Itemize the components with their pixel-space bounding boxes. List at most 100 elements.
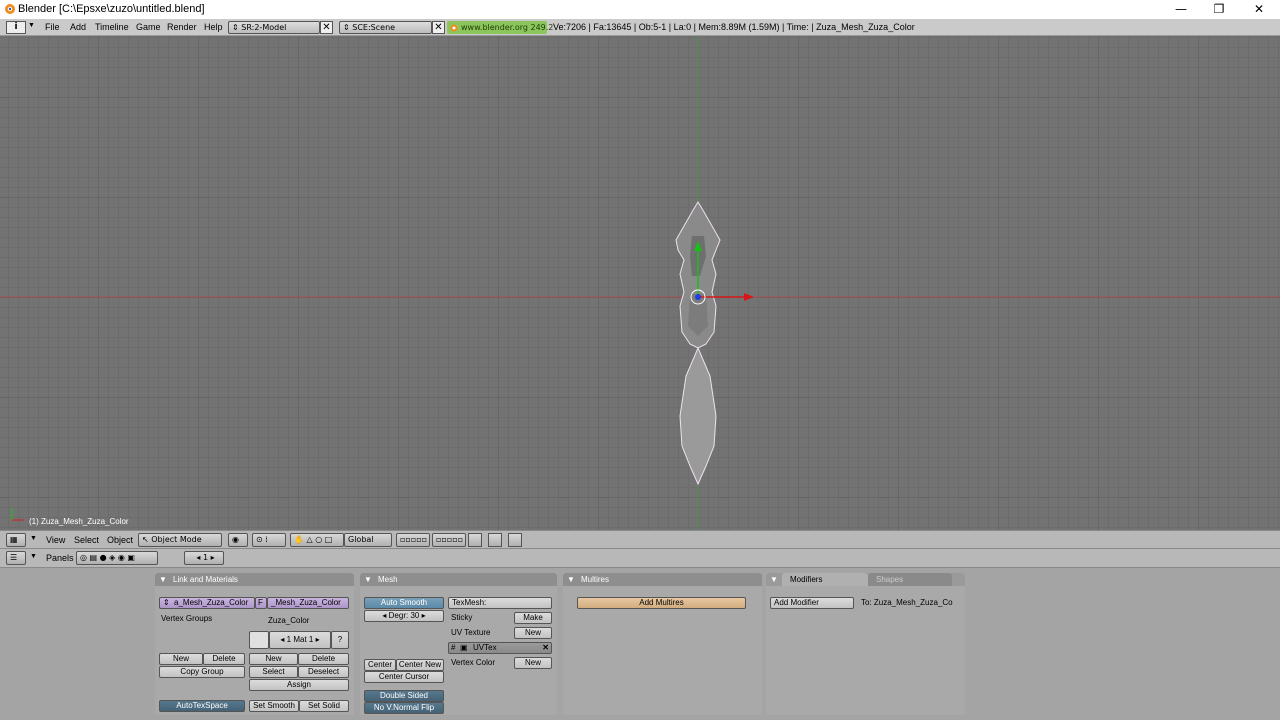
- panel-header[interactable]: ▼ Mesh: [360, 573, 557, 586]
- fake-user-toggle[interactable]: F: [255, 597, 267, 609]
- window-title: Blender [C:\Epsxe\zuzo\untitled.blend]: [18, 3, 205, 15]
- texmesh-field[interactable]: TexMesh:: [448, 597, 552, 609]
- updown-icon: ⇕: [232, 23, 242, 32]
- updown-icon: ⇕: [343, 23, 353, 32]
- menu-object[interactable]: Object: [107, 535, 133, 545]
- close-icon[interactable]: ✕: [542, 643, 549, 653]
- menu-select[interactable]: Select: [74, 535, 99, 545]
- center-button[interactable]: Center: [364, 659, 396, 671]
- info-icon[interactable]: i: [6, 21, 26, 34]
- manipulator-icons[interactable]: ✋ △ ○ □: [290, 533, 344, 547]
- close-window-button[interactable]: ✕: [1239, 0, 1279, 19]
- maximize-button[interactable]: ❐: [1199, 0, 1239, 19]
- menu-timeline[interactable]: Timeline: [95, 22, 129, 32]
- object-origin: [695, 294, 701, 300]
- chevron-down-icon[interactable]: ▼: [28, 22, 35, 29]
- material-new-button[interactable]: New: [249, 653, 298, 665]
- panels-menu[interactable]: Panels: [46, 553, 74, 563]
- x-arrow-icon: [744, 293, 754, 301]
- add-multires-button[interactable]: Add Multires: [577, 597, 746, 609]
- blender-logo-icon: [450, 24, 458, 32]
- context-icons[interactable]: ◎ ▤ ● ◈ ◉ ▣: [76, 551, 158, 565]
- menu-add[interactable]: Add: [70, 22, 86, 32]
- lock-icon[interactable]: [468, 533, 482, 547]
- updown-icon: ⇕: [163, 598, 170, 607]
- modifier-target-label: To: Zuza_Mesh_Zuza_Co: [861, 598, 953, 607]
- tab-shapes[interactable]: Shapes: [868, 573, 952, 586]
- menu-file[interactable]: File: [45, 22, 60, 32]
- uvtex-layer[interactable]: # ▣ UVTex ✕: [448, 642, 552, 654]
- right-arrow-icon: ▸: [208, 553, 215, 562]
- scene-selector[interactable]: ⇕ SCE:Scene: [339, 21, 432, 34]
- mesh-datablock-field[interactable]: ⇕ a_Mesh_Zuza_Color: [159, 597, 255, 609]
- center-new-button[interactable]: Center New: [396, 659, 444, 671]
- delete-screen-button[interactable]: ✕: [320, 21, 333, 34]
- grid-icon: #: [451, 643, 456, 652]
- delete-scene-button[interactable]: ✕: [432, 21, 445, 34]
- material-slot-field[interactable]: ◂ 1 Mat 1 ▸: [269, 631, 331, 649]
- orientation-selector[interactable]: Global: [344, 533, 392, 547]
- blender-url-link[interactable]: www.blender.org 249.2: [447, 21, 553, 34]
- set-smooth-button[interactable]: Set Smooth: [249, 700, 299, 712]
- collapse-triangle-icon[interactable]: ▼: [770, 573, 778, 586]
- blender-logo-icon: [5, 4, 15, 14]
- minimize-button[interactable]: —: [1161, 0, 1201, 19]
- menu-help[interactable]: Help: [204, 22, 223, 32]
- vgroup-delete-button[interactable]: Delete: [203, 653, 245, 665]
- center-cursor-button[interactable]: Center Cursor: [364, 671, 444, 683]
- vgroup-new-button[interactable]: New: [159, 653, 203, 665]
- scene-stats: Ve:7206 | Fa:13645 | Ob:5-1 | La:0 | Mem…: [553, 22, 915, 32]
- menu-game[interactable]: Game: [136, 22, 161, 32]
- frame-field[interactable]: ◂ 1 ▸: [184, 551, 224, 565]
- material-select-button[interactable]: Select: [249, 666, 298, 678]
- sticky-make-button[interactable]: Make: [514, 612, 552, 624]
- auto-smooth-toggle[interactable]: Auto Smooth: [364, 597, 444, 609]
- active-object-label: (1) Zuza_Mesh_Zuza_Color: [29, 517, 129, 526]
- object-name-field[interactable]: _Mesh_Zuza_Color: [267, 597, 349, 609]
- info-header: i ▼ File Add Timeline Game Render Help ⇕…: [0, 19, 1280, 36]
- chevron-down-icon[interactable]: ▼: [30, 553, 37, 560]
- collapse-triangle-icon[interactable]: ▼: [159, 573, 167, 586]
- 3d-viewport[interactable]: (1) Zuza_Mesh_Zuza_Color: [0, 36, 1280, 530]
- draw-type-icon[interactable]: ◉: [228, 533, 248, 547]
- menu-view[interactable]: View: [46, 535, 65, 545]
- collapse-triangle-icon[interactable]: ▼: [364, 573, 372, 586]
- layer-buttons-1[interactable]: ▫▫▫▫▫: [396, 533, 430, 547]
- chevron-down-icon[interactable]: ▼: [30, 535, 37, 542]
- render-view-icon[interactable]: [508, 533, 522, 547]
- tab-modifiers[interactable]: Modifiers: [782, 573, 868, 586]
- camera-icon: ▣: [460, 643, 468, 652]
- add-modifier-menu[interactable]: Add Modifier: [770, 597, 854, 609]
- editor-type-icon[interactable]: ☰: [6, 551, 26, 565]
- double-sided-toggle[interactable]: Double Sided: [364, 690, 444, 702]
- material-help-button[interactable]: ?: [331, 631, 349, 649]
- screen-selector[interactable]: ⇕ SR:2-Model: [228, 21, 320, 34]
- material-assign-button[interactable]: Assign: [249, 679, 349, 691]
- collapse-triangle-icon[interactable]: ▼: [567, 573, 575, 586]
- set-solid-button[interactable]: Set Solid: [299, 700, 349, 712]
- menu-render[interactable]: Render: [167, 22, 197, 32]
- vertex-color-label: Vertex Color: [451, 658, 496, 667]
- autotexspace-toggle[interactable]: AutoTexSpace: [159, 700, 245, 712]
- buttons-header: ☰ ▼ Panels ◎ ▤ ● ◈ ◉ ▣ ◂ 1 ▸: [0, 549, 1280, 568]
- editor-type-icon[interactable]: ▦: [6, 533, 26, 547]
- layer-buttons-2[interactable]: ▫▫▫▫▫: [432, 533, 466, 547]
- snap-icon[interactable]: [488, 533, 502, 547]
- sticky-label: Sticky: [451, 613, 473, 622]
- viewport-scene: [0, 36, 1280, 530]
- material-deselect-button[interactable]: Deselect: [298, 666, 349, 678]
- copy-group-button[interactable]: Copy Group: [159, 666, 245, 678]
- pivot-icon[interactable]: ⊙ ⁞: [252, 533, 286, 547]
- panel-mesh: ▼ Mesh Auto Smooth ◂ Degr: 30 ▸ TexMesh: …: [360, 573, 557, 715]
- uv-new-button[interactable]: New: [514, 627, 552, 639]
- material-color-swatch[interactable]: [249, 631, 269, 649]
- material-delete-button[interactable]: Delete: [298, 653, 349, 665]
- degree-field[interactable]: ◂ Degr: 30 ▸: [364, 610, 444, 622]
- mode-selector[interactable]: ↖ Object Mode: [138, 533, 222, 547]
- panel-multires: ▼ Multires Add Multires: [563, 573, 762, 715]
- vertex-color-new-button[interactable]: New: [514, 657, 552, 669]
- panel-header[interactable]: ▼ Link and Materials: [155, 573, 354, 586]
- panel-header[interactable]: ▼ Multires: [563, 573, 762, 586]
- no-vnormal-flip-toggle[interactable]: No V.Normal Flip: [364, 702, 444, 714]
- panel-modifiers: ▼ Modifiers Shapes Add Modifier To: Zuza…: [766, 573, 965, 715]
